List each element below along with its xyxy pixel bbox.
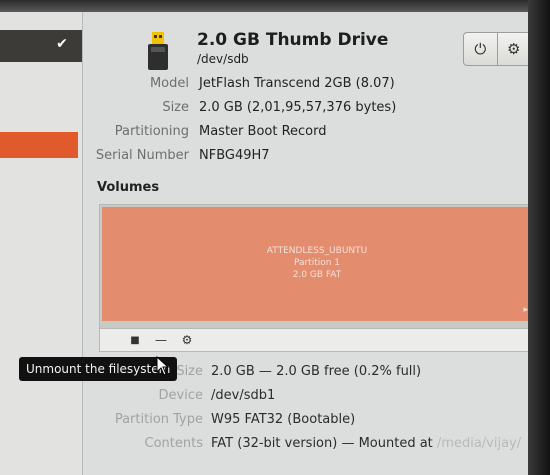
info-value-model: JetFlash Transcend 2GB (8.07) xyxy=(199,76,395,91)
info-label-serial: Serial Number xyxy=(95,148,189,163)
usb-drive-icon xyxy=(148,32,168,70)
detail-label-contents: Contents xyxy=(144,436,203,451)
partition-settings-button[interactable]: ⚙ xyxy=(176,330,198,350)
drive-title: 2.0 GB Thumb Drive xyxy=(197,30,389,50)
partition-size: 2.0 GB FAT xyxy=(292,270,342,280)
detail-label-partition-type: Partition Type xyxy=(114,412,203,427)
gears-icon: ⚙ xyxy=(181,333,193,347)
gear-icon: ⚙ xyxy=(507,40,521,58)
detail-value-contents: FAT (32-bit version) — Mounted at /media… xyxy=(211,436,521,451)
volume-toolbar: ■ — ⚙ xyxy=(99,328,535,352)
power-off-button[interactable]: ⏻ xyxy=(464,33,497,65)
detail-label-device: Device xyxy=(158,388,203,403)
volumes-heading: Volumes xyxy=(97,180,160,195)
mount-point-link[interactable]: /media/vijay/ xyxy=(437,436,521,451)
partition-number: Partition 1 xyxy=(293,258,341,268)
info-label-partitioning: Partitioning xyxy=(114,124,189,139)
drive-settings-button[interactable]: ⚙ xyxy=(496,33,531,65)
monitor-bezel-right xyxy=(528,0,550,475)
monitor-bezel-top xyxy=(0,0,550,12)
detail-value-size: 2.0 GB — 2.0 GB free (0.2% full) xyxy=(211,364,422,379)
mouse-cursor-icon xyxy=(156,356,170,376)
device-list-item-highlight[interactable] xyxy=(0,132,78,158)
volume-map: ATTENDLESS_UBUNTU Partition 1 2.0 GB FAT… xyxy=(99,204,535,330)
power-icon: ⏻ xyxy=(474,40,487,58)
drive-header-buttons: ⏻ ⚙ xyxy=(463,32,531,66)
info-label-size: Size xyxy=(162,100,189,115)
check-icon: ✔ xyxy=(56,36,68,52)
drive-device-path: /dev/sdb xyxy=(197,52,249,66)
unmount-button[interactable]: ■ xyxy=(124,330,146,350)
stop-icon: ■ xyxy=(130,334,140,346)
unmount-tooltip: Unmount the filesystem xyxy=(19,357,178,381)
info-value-serial: NFBG49H7 xyxy=(199,148,270,163)
info-value-size: 2.0 GB (2,01,95,57,376 bytes) xyxy=(199,100,397,115)
drive-detail-panel: 2.0 GB Thumb Drive /dev/sdb ⏻ ⚙ Model Je… xyxy=(19,12,535,475)
device-list: ✔ xyxy=(0,12,83,475)
partition-name: ATTENDLESS_UBUNTU xyxy=(266,246,368,256)
detail-value-partition-type: W95 FAT32 (Bootable) xyxy=(211,412,356,427)
info-label-model: Model xyxy=(149,76,189,91)
contents-text: FAT (32-bit version) — Mounted at xyxy=(211,436,433,451)
partition-block[interactable]: ATTENDLESS_UBUNTU Partition 1 2.0 GB FAT… xyxy=(102,207,532,321)
detail-value-device: /dev/sdb1 xyxy=(211,388,276,403)
screen: ✔ 2.0 GB Thumb Drive /dev/sdb ⏻ ⚙ Model … xyxy=(0,0,550,475)
delete-partition-button[interactable]: — xyxy=(150,330,172,350)
partition-label: ATTENDLESS_UBUNTU Partition 1 2.0 GB FAT xyxy=(102,245,532,281)
info-value-partitioning: Master Boot Record xyxy=(199,124,327,139)
minus-icon: — xyxy=(155,333,167,347)
